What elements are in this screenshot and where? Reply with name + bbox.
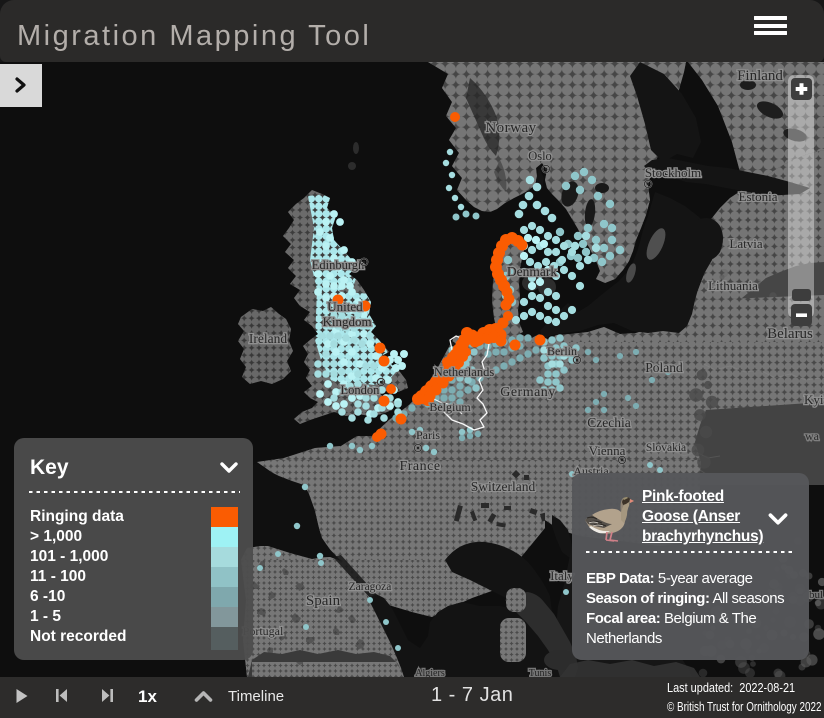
- svg-text:bul: bul: [809, 589, 823, 601]
- svg-text:Zaragoza: Zaragoza: [349, 581, 392, 593]
- svg-text:Stockholm: Stockholm: [645, 165, 701, 180]
- svg-text:Netherlands: Netherlands: [434, 365, 495, 379]
- svg-text:United: United: [327, 299, 363, 314]
- svg-text:Switzerland: Switzerland: [471, 479, 536, 494]
- svg-text:Edinburgh: Edinburgh: [312, 258, 365, 272]
- svg-text:wa: wa: [805, 429, 820, 443]
- svg-text:Ireland: Ireland: [249, 331, 287, 346]
- svg-text:Paris: Paris: [416, 428, 440, 442]
- svg-text:Belarus: Belarus: [767, 326, 813, 342]
- svg-text:Estonia: Estonia: [739, 189, 778, 204]
- svg-text:Latvia: Latvia: [729, 236, 762, 251]
- svg-text:Berlin: Berlin: [547, 344, 577, 358]
- svg-text:Lithuania: Lithuania: [708, 278, 758, 293]
- svg-text:Vienna: Vienna: [589, 443, 626, 458]
- svg-text:Norway: Norway: [485, 120, 536, 136]
- svg-text:Spain: Spain: [306, 593, 341, 609]
- svg-text:Denmark: Denmark: [507, 264, 557, 279]
- svg-text:Kyiv: Kyiv: [804, 392, 824, 407]
- svg-text:Czechia: Czechia: [587, 415, 630, 430]
- svg-text:Tunis: Tunis: [529, 668, 552, 677]
- svg-text:Slovakia: Slovakia: [646, 442, 686, 454]
- svg-text:France: France: [399, 459, 440, 474]
- svg-text:Finland: Finland: [737, 68, 783, 84]
- svg-text:Algiers: Algiers: [415, 668, 445, 677]
- svg-text:Italy: Italy: [550, 568, 574, 583]
- svg-text:Kingdom: Kingdom: [322, 314, 371, 329]
- svg-text:London: London: [341, 383, 381, 397]
- svg-text:Oslo: Oslo: [528, 149, 552, 163]
- svg-text:Poland: Poland: [645, 360, 683, 375]
- svg-text:Belgium: Belgium: [429, 400, 471, 414]
- svg-text:Germany: Germany: [500, 385, 556, 400]
